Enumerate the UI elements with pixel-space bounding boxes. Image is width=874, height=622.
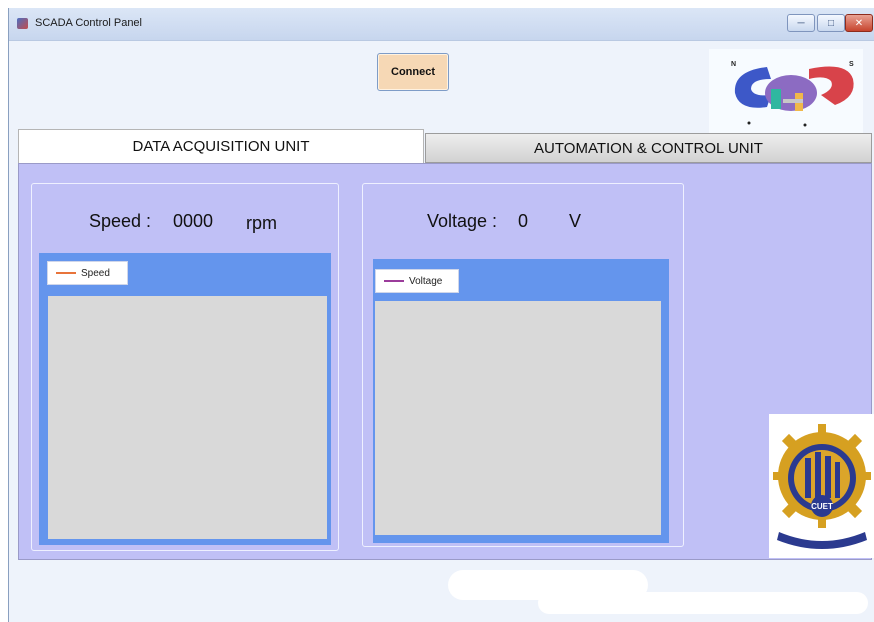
motor-magnet-icon: N S xyxy=(709,49,863,133)
voltage-legend-label: Voltage xyxy=(409,275,443,287)
speed-legend-label: Speed xyxy=(81,267,110,279)
smudge-2 xyxy=(538,592,868,614)
maximize-button[interactable]: □ xyxy=(817,14,845,32)
tab-data-acquisition[interactable]: DATA ACQUISITION UNIT xyxy=(18,129,424,163)
voltage-value: 0 xyxy=(518,211,529,231)
voltage-legend: Voltage xyxy=(375,269,459,293)
voltage-series-swatch xyxy=(384,280,404,282)
voltage-label: Voltage : xyxy=(427,211,498,231)
cuet-emblem-text: CUET xyxy=(811,502,833,511)
svg-text:N: N xyxy=(731,61,736,68)
voltage-group: Voltage : 0 V Voltage xyxy=(362,183,684,547)
speed-plot-area xyxy=(48,296,327,539)
tab-automation-control[interactable]: AUTOMATION & CONTROL UNIT xyxy=(425,133,872,163)
speed-value: 0000 xyxy=(173,211,214,231)
data-acquisition-panel: Speed : 0000 rpm Speed Voltage : 0 V Vol… xyxy=(18,163,874,560)
window-title: SCADA Control Panel xyxy=(35,17,142,29)
status-strip xyxy=(18,560,872,622)
speed-group: Speed : 0000 rpm Speed xyxy=(31,183,339,551)
speed-series-swatch xyxy=(56,272,76,274)
speed-chart: Speed xyxy=(39,253,331,545)
voltage-unit: V xyxy=(569,211,582,231)
voltage-chart: Voltage xyxy=(373,259,669,543)
scada-window: SCADA Control Panel ─ □ ✕ Connect N S DA… xyxy=(8,8,874,622)
close-button[interactable]: ✕ xyxy=(845,14,873,32)
speed-legend: Speed xyxy=(47,261,128,285)
speed-label: Speed : xyxy=(89,211,152,231)
app-icon xyxy=(17,18,28,29)
cuet-emblem-icon: CUET xyxy=(769,414,874,558)
voltage-plot-area xyxy=(375,301,661,535)
title-bar: SCADA Control Panel ─ □ ✕ xyxy=(9,8,874,41)
minimize-button[interactable]: ─ xyxy=(787,14,815,32)
svg-text:S: S xyxy=(849,61,854,68)
speed-unit: rpm xyxy=(246,213,277,233)
connect-button[interactable]: Connect xyxy=(377,53,449,91)
